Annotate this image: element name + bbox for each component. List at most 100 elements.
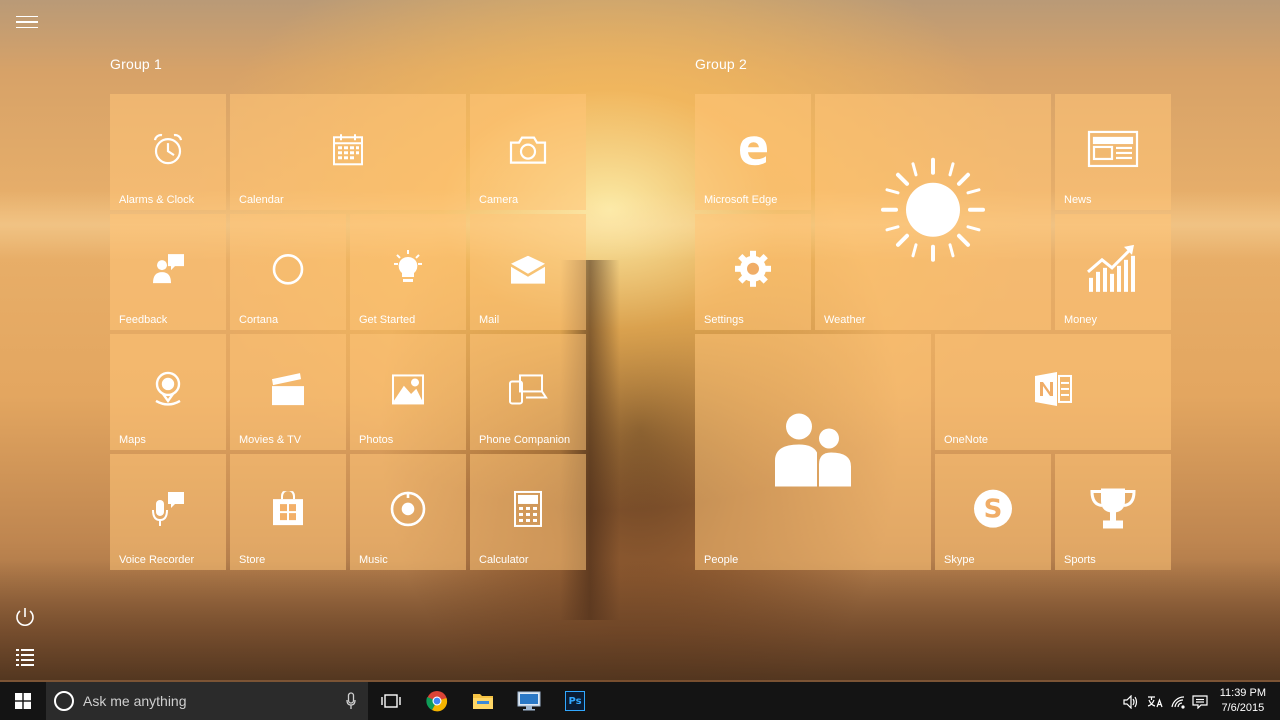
calculator-icon: [513, 490, 543, 528]
tile-label: Alarms & Clock: [119, 194, 195, 206]
tile-microsoft-edge[interactable]: Microsoft Edge: [695, 94, 811, 210]
people-icon: [773, 412, 853, 488]
tile-label: Sports: [1064, 554, 1096, 566]
tile-calendar[interactable]: Calendar: [230, 94, 466, 210]
phone-companion-icon: [508, 373, 548, 405]
tile-settings[interactable]: Settings: [695, 214, 811, 330]
chrome-icon: [426, 691, 448, 712]
start-button[interactable]: [0, 682, 46, 720]
camera-icon: [509, 135, 547, 165]
photoshop-app[interactable]: Ps: [552, 682, 598, 720]
tile-weather[interactable]: Weather: [815, 94, 1051, 330]
photos-icon: [391, 373, 425, 405]
edge-icon: [736, 132, 770, 166]
wallpaper-ground: [0, 560, 1280, 680]
file-explorer-app[interactable]: [460, 682, 506, 720]
tile-get-started[interactable]: Get Started: [350, 214, 466, 330]
microphone-icon: [150, 490, 186, 528]
tile-label: Settings: [704, 314, 744, 326]
tile-label: OneNote: [944, 434, 989, 446]
svg-text:S: S: [984, 495, 1003, 525]
search-box[interactable]: Ask me anything: [46, 682, 368, 720]
action-center-icon[interactable]: [1192, 694, 1208, 713]
trophy-icon: [1089, 486, 1137, 530]
microphone-icon[interactable]: [346, 692, 356, 714]
tile-money[interactable]: Money: [1055, 214, 1171, 330]
tile-label: News: [1064, 194, 1092, 206]
clock-date: 7/6/2015: [1221, 702, 1265, 714]
clapperboard-icon: [270, 371, 306, 407]
lightbulb-icon: [390, 249, 426, 288]
tile-feedback[interactable]: Feedback: [110, 214, 226, 330]
tile-label: Calendar: [239, 194, 284, 206]
feedback-icon: [150, 251, 186, 287]
taskbar-clock[interactable]: 11:39 PM 7/6/2015: [1220, 686, 1266, 716]
task-view-icon: [381, 694, 401, 708]
tile-label: Movies & TV: [239, 434, 302, 446]
tile-calculator[interactable]: Calculator: [470, 454, 586, 570]
all-apps-icon[interactable]: [14, 646, 36, 668]
tile-people[interactable]: People: [695, 334, 931, 570]
tile-label: Camera: [479, 194, 519, 206]
tile-label: Mail: [479, 314, 500, 326]
tile-label: Phone Companion: [479, 434, 571, 446]
tile-cortana[interactable]: Cortana: [230, 214, 346, 330]
tile-skype[interactable]: S Skype: [935, 454, 1051, 570]
sun-icon: [878, 155, 988, 265]
tile-onenote[interactable]: OneNote: [935, 334, 1171, 450]
cortana-icon: [271, 252, 305, 286]
music-icon: [389, 490, 427, 528]
tile-label: Money: [1064, 314, 1098, 326]
windows-logo-icon: [15, 693, 31, 709]
tile-movies-tv[interactable]: Movies & TV: [230, 334, 346, 450]
tile-label: Feedback: [119, 314, 168, 326]
tile-voice-recorder[interactable]: Voice Recorder: [110, 454, 226, 570]
tile-label: Photos: [359, 434, 394, 446]
money-chart-icon: [1086, 242, 1140, 294]
menu-icon[interactable]: [16, 12, 38, 32]
tile-camera[interactable]: Camera: [470, 94, 586, 210]
photoshop-icon: Ps: [565, 691, 585, 711]
news-icon: [1087, 130, 1139, 168]
maps-icon: [151, 370, 185, 408]
tile-label: Store: [239, 554, 266, 566]
tile-mail[interactable]: Mail: [470, 214, 586, 330]
tile-label: Maps: [119, 434, 146, 446]
tile-photos[interactable]: Photos: [350, 334, 466, 450]
group-1-title[interactable]: Group 1: [110, 56, 162, 72]
chrome-app[interactable]: [414, 682, 460, 720]
taskbar: Ask me anything Ps 11:39 PM 7/6/2015: [0, 682, 1280, 720]
tile-label: Skype: [944, 554, 975, 566]
calendar-icon: [332, 132, 364, 166]
tile-music[interactable]: Music: [350, 454, 466, 570]
group-2-title[interactable]: Group 2: [695, 56, 747, 72]
tile-label: Weather: [824, 314, 866, 326]
volume-icon[interactable]: [1123, 694, 1139, 713]
tile-label: Calculator: [479, 554, 529, 566]
tile-label: People: [704, 554, 739, 566]
tile-label: Microsoft Edge: [704, 194, 778, 206]
power-icon[interactable]: [14, 606, 36, 628]
onenote-icon: [1033, 370, 1073, 408]
gear-icon: [733, 249, 773, 289]
alarm-clock-icon: [150, 131, 186, 167]
input-language-icon[interactable]: [1146, 694, 1164, 713]
remote-desktop-icon: [517, 691, 541, 711]
skype-icon: S: [972, 488, 1014, 530]
tile-phone-companion[interactable]: Phone Companion: [470, 334, 586, 450]
task-view-button[interactable]: [368, 682, 414, 720]
tile-store[interactable]: Store: [230, 454, 346, 570]
photoshop-label: Ps: [568, 695, 582, 707]
tile-alarms-clock[interactable]: Alarms & Clock: [110, 94, 226, 210]
tile-sports[interactable]: Sports: [1055, 454, 1171, 570]
wifi-icon[interactable]: [1170, 694, 1186, 713]
folder-icon: [473, 694, 493, 709]
tile-label: Voice Recorder: [119, 554, 195, 566]
tile-news[interactable]: News: [1055, 94, 1171, 210]
tile-label: Get Started: [359, 314, 416, 326]
tile-label: Music: [359, 554, 388, 566]
clock-time: 11:39 PM: [1219, 687, 1266, 699]
store-icon: [271, 491, 305, 527]
tile-maps[interactable]: Maps: [110, 334, 226, 450]
remote-desktop-app[interactable]: [506, 682, 552, 720]
